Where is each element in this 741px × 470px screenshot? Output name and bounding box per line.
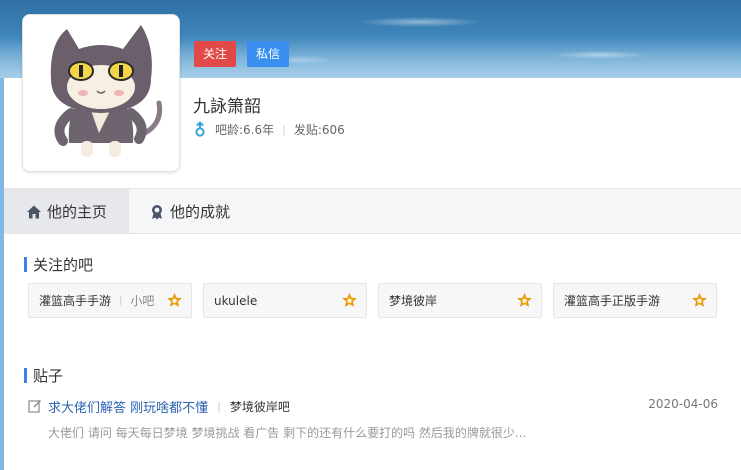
edit-icon: [28, 400, 41, 413]
level-badge-icon: [692, 293, 707, 307]
forum-card[interactable]: 灌篮高手手游 | 小吧: [28, 283, 192, 318]
username: 九詠箫韶: [193, 97, 261, 117]
forum-name: 灌篮高手手游: [39, 294, 112, 308]
follow-button[interactable]: 关注: [194, 41, 236, 67]
section-accent-bar: [24, 257, 27, 272]
forum-name: 梦境彼岸: [389, 294, 438, 308]
forum-role: 小吧: [130, 294, 155, 308]
post-item: 求大佬们解答 刚玩啥都不懂 | 梦境彼岸吧 2020-04-06 大佬们 请问 …: [28, 396, 718, 441]
meta-separator: |: [282, 122, 286, 136]
post-date: 2020-04-06: [648, 397, 718, 411]
followed-section-title: 关注的吧: [24, 254, 93, 275]
post-separator: |: [217, 399, 221, 413]
forum-card[interactable]: ukulele: [203, 283, 367, 318]
male-icon: [193, 121, 207, 137]
post-title-link[interactable]: 求大佬们解答 刚玩啥都不懂: [48, 397, 208, 416]
forum-card[interactable]: 梦境彼岸: [378, 283, 542, 318]
level-badge-icon: [517, 293, 532, 307]
profile-tabs: 他的主页 他的成就: [4, 188, 741, 234]
tab-home[interactable]: 他的主页: [4, 189, 129, 234]
tab-achievements[interactable]: 他的成就: [149, 189, 230, 234]
forum-name: 灌篮高手正版手游: [564, 294, 661, 308]
medal-icon: [152, 204, 162, 219]
post-excerpt: 大佬们 请问 每天每日梦境 梦境挑战 看广告 剩下的还有什么要打的吗 然后我的牌…: [48, 426, 527, 440]
profile-meta: 吧龄:6.6年 | 发贴:606: [193, 120, 345, 138]
level-badge-icon: [342, 293, 357, 307]
level-badge-icon: [167, 293, 182, 307]
post-forum-link[interactable]: 梦境彼岸吧: [230, 398, 290, 415]
posts-title-text: 贴子: [33, 367, 64, 385]
post-count: 发贴:606: [293, 122, 345, 137]
account-age: 吧龄:6.6年: [215, 122, 275, 137]
avatar-cat-image: [23, 15, 179, 171]
home-icon: [26, 205, 41, 218]
post-header: 求大佬们解答 刚玩啥都不懂 | 梦境彼岸吧: [28, 396, 718, 416]
posts-section-title: 贴子: [24, 365, 63, 386]
tab-home-label: 他的主页: [46, 203, 107, 221]
followed-title-text: 关注的吧: [33, 256, 94, 274]
forum-separator: |: [119, 295, 123, 306]
forum-name: ukulele: [214, 293, 258, 308]
forum-card[interactable]: 灌篮高手正版手游: [553, 283, 717, 318]
avatar[interactable]: [22, 14, 180, 172]
section-accent-bar: [24, 368, 27, 383]
tab-achievements-label: 他的成就: [170, 203, 231, 221]
message-button[interactable]: 私信: [247, 41, 289, 67]
